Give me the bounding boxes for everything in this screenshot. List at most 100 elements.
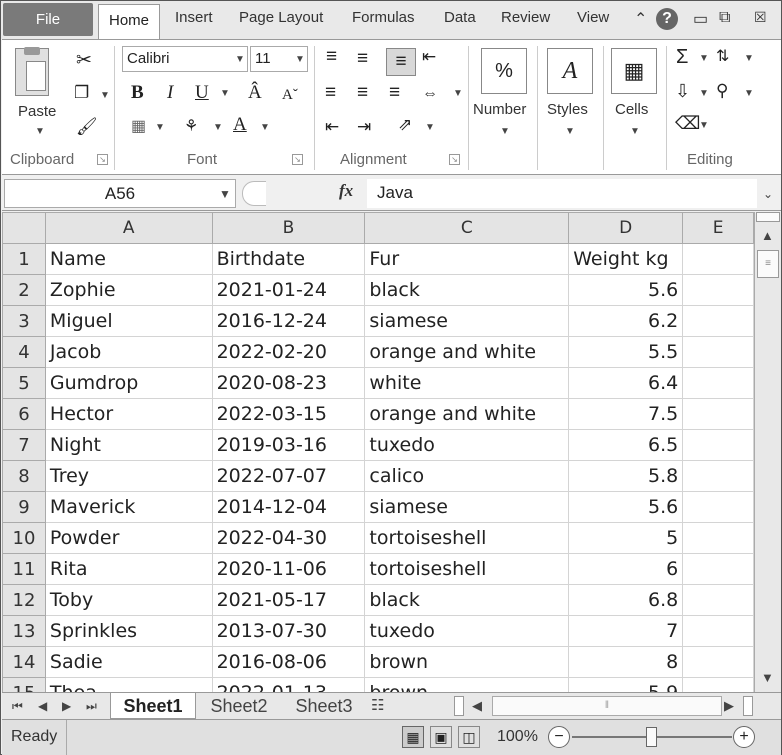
merge-center-icon[interactable]: ⇔	[422, 83, 438, 105]
cell-c[interactable]: black	[364, 274, 570, 306]
scroll-down-icon[interactable]: ▼	[761, 670, 774, 685]
cells-dropdown-icon[interactable]: ▼	[630, 126, 640, 137]
cell-e[interactable]	[682, 336, 754, 368]
decrease-font-icon[interactable]: Aˇ	[282, 84, 298, 106]
cell-e[interactable]	[682, 367, 754, 399]
name-box[interactable]: A56	[4, 179, 236, 208]
normal-view-icon[interactable]: ▦	[402, 726, 424, 748]
row-header[interactable]: 10	[2, 522, 46, 554]
cell-d[interactable]: 6.2	[568, 305, 684, 337]
fill-dropdown-icon[interactable]: ▼	[699, 88, 709, 99]
bold-button[interactable]: B	[131, 82, 144, 104]
cell-b[interactable]: 2013-07-30	[211, 615, 366, 647]
table-row[interactable]: 2 Zophie 2021-01-24 black 5.6	[2, 274, 754, 306]
styles-icon[interactable]: A	[547, 48, 593, 94]
zoom-level[interactable]: 100%	[497, 728, 538, 746]
table-row[interactable]: 6 Hector 2022-03-15 orange and white 7.5	[2, 398, 754, 430]
cell-c[interactable]: siamese	[364, 305, 570, 337]
tab-sheet3[interactable]: Sheet3	[287, 693, 361, 719]
cells-button[interactable]: Cells	[615, 101, 648, 118]
cell-a[interactable]: Gumdrop	[44, 367, 213, 399]
cell-a[interactable]: Trey	[44, 460, 213, 492]
select-all-corner[interactable]	[2, 212, 46, 244]
cell-c[interactable]: calico	[364, 460, 570, 492]
fill-color-dropdown-icon[interactable]: ▼	[213, 122, 223, 133]
cell-e[interactable]	[682, 677, 754, 692]
font-size-dropdown-icon[interactable]: ▼	[295, 54, 305, 65]
row-header[interactable]: 9	[2, 491, 46, 523]
cells-icon[interactable]: ▦	[611, 48, 657, 94]
find-select-icon[interactable]: ⚲	[716, 80, 728, 102]
expand-formula-bar-icon[interactable]: ⌄	[763, 187, 773, 201]
cell-a[interactable]: Thea	[44, 677, 213, 692]
font-launcher-icon[interactable]: ↘	[292, 154, 303, 165]
align-right-icon[interactable]: ≡	[389, 82, 400, 104]
cell-c[interactable]: siamese	[364, 491, 570, 523]
cell-d[interactable]: 8	[568, 646, 684, 678]
find-select-dropdown-icon[interactable]: ▼	[744, 88, 754, 99]
scroll-left-icon[interactable]: ◀	[472, 693, 482, 719]
tab-insert[interactable]: Insert	[175, 9, 213, 26]
cell-d[interactable]: 5.6	[568, 491, 684, 523]
cell-b[interactable]: 2022-02-20	[211, 336, 366, 368]
zoom-in-icon[interactable]: +	[733, 726, 755, 748]
cell-d[interactable]: 7	[568, 615, 684, 647]
cell-e[interactable]	[682, 491, 754, 523]
cell-a[interactable]: Sadie	[44, 646, 213, 678]
cell-e[interactable]	[682, 553, 754, 585]
paste-button[interactable]: Paste	[18, 103, 56, 120]
cell-a[interactable]: Toby	[44, 584, 213, 616]
paste-dropdown-icon[interactable]: ▼	[35, 126, 45, 137]
cell-a[interactable]: Zophie	[44, 274, 213, 306]
scroll-right-icon[interactable]: ▶	[724, 693, 734, 719]
tab-home[interactable]: Home	[98, 4, 160, 40]
formula-input[interactable]: Java	[367, 179, 757, 208]
cell-a[interactable]: Sprinkles	[44, 615, 213, 647]
font-color-dropdown-icon[interactable]: ▼	[260, 122, 270, 133]
cell-d[interactable]: 5.8	[568, 460, 684, 492]
table-row[interactable]: 14 Sadie 2016-08-06 brown 8	[2, 646, 754, 678]
font-name-select[interactable]: Calibri	[122, 46, 248, 72]
cell-a[interactable]: Night	[44, 429, 213, 461]
tab-review[interactable]: Review	[501, 9, 550, 26]
cell-b[interactable]: 2021-01-24	[211, 274, 366, 306]
autosum-dropdown-icon[interactable]: ▼	[699, 53, 709, 64]
alignment-launcher-icon[interactable]: ↘	[449, 154, 460, 165]
zoom-slider-thumb[interactable]	[646, 727, 657, 747]
row-header[interactable]: 11	[2, 553, 46, 585]
tab-sheet1[interactable]: Sheet1	[110, 693, 196, 719]
column-header-e[interactable]: E	[682, 212, 754, 244]
zoom-out-icon[interactable]: −	[548, 726, 570, 748]
number-dropdown-icon[interactable]: ▼	[500, 126, 510, 137]
copy-icon[interactable]: ❐	[74, 82, 89, 104]
clear-icon[interactable]: ⌫	[675, 112, 700, 134]
clipboard-launcher-icon[interactable]: ↘	[97, 154, 108, 165]
table-row[interactable]: 15Thea2022-01-13brown5.9	[2, 677, 754, 692]
table-row[interactable]: 1 Name Birthdate Fur Weight kg	[2, 243, 754, 275]
row-header[interactable]: 15	[2, 677, 46, 692]
cell-e[interactable]	[682, 305, 754, 337]
column-header-c[interactable]: C	[364, 212, 570, 244]
row-header[interactable]: 1	[2, 243, 46, 275]
cell-c[interactable]: orange and white	[364, 398, 570, 430]
cell-b[interactable]: 2022-01-13	[211, 677, 366, 692]
cut-icon[interactable]: ✂	[76, 50, 92, 72]
cell-b[interactable]: 2016-12-24	[211, 305, 366, 337]
tab-file[interactable]: File	[3, 3, 93, 36]
clear-dropdown-icon[interactable]: ▼	[699, 120, 709, 131]
row-header[interactable]: 8	[2, 460, 46, 492]
cell-c[interactable]: orange and white	[364, 336, 570, 368]
tab-page-layout[interactable]: Page Layout	[239, 9, 323, 26]
table-row[interactable]: 5 Gumdrop 2020-08-23 white 6.4	[2, 367, 754, 399]
row-header[interactable]: 12	[2, 584, 46, 616]
table-row[interactable]: 3 Miguel 2016-12-24 siamese 6.2	[2, 305, 754, 337]
merge-dropdown-icon[interactable]: ▼	[453, 88, 463, 99]
cell-a[interactable]: Name	[44, 243, 213, 275]
wrap-text-icon[interactable]: ⇤	[422, 46, 436, 68]
cell-d[interactable]: 6.8	[568, 584, 684, 616]
row-header[interactable]: 2	[2, 274, 46, 306]
underline-dropdown-icon[interactable]: ▼	[220, 88, 230, 99]
tab-split-handle[interactable]	[454, 696, 464, 716]
cell-b[interactable]: 2020-08-23	[211, 367, 366, 399]
underline-button[interactable]: U	[195, 82, 209, 104]
